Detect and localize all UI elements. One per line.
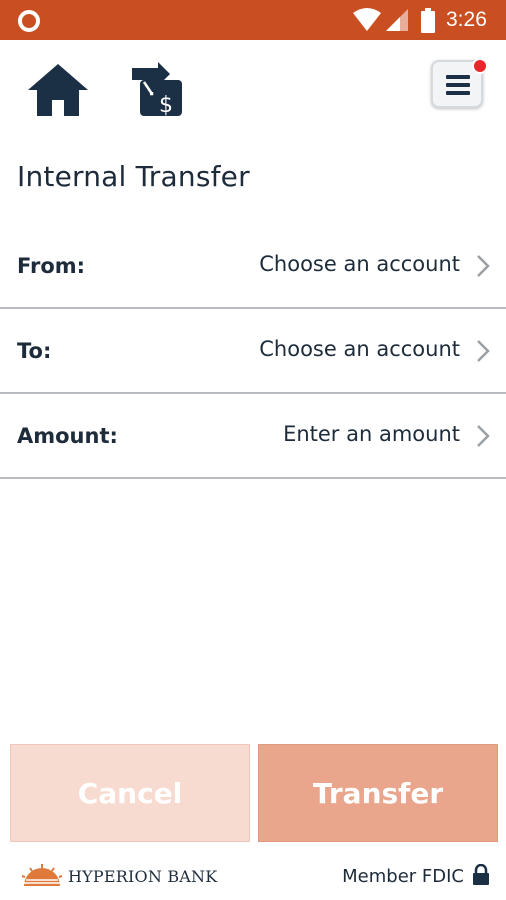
signal-icon — [386, 9, 408, 31]
to-label: To: — [17, 339, 52, 363]
bank-logo: HYPERION BANK — [20, 864, 217, 888]
status-bar: 3:26 — [0, 0, 506, 40]
transfer-button[interactable]: Transfer — [258, 744, 498, 842]
chevron-right-icon — [477, 340, 490, 362]
notification-badge — [472, 58, 488, 74]
home-icon[interactable] — [26, 62, 90, 118]
from-value[interactable]: Choose an account — [259, 252, 460, 276]
transfer-dollar-icon[interactable]: $ — [130, 62, 184, 118]
wifi-icon — [353, 8, 381, 31]
cancel-button[interactable]: Cancel — [10, 744, 250, 842]
page-title: Internal Transfer — [17, 160, 250, 193]
member-fdic: Member FDIC — [342, 866, 464, 887]
from-label: From: — [17, 254, 86, 278]
divider — [0, 307, 506, 309]
chevron-right-icon — [477, 425, 490, 447]
amount-row[interactable]: Amount: Enter an amount — [0, 396, 506, 480]
status-time: 3:26 — [446, 8, 487, 31]
divider — [0, 392, 506, 394]
from-row[interactable]: From: Choose an account — [0, 226, 506, 310]
amount-label: Amount: — [17, 424, 118, 448]
app-notification-icon — [18, 10, 40, 32]
battery-icon — [421, 8, 435, 33]
sunrise-logo-icon — [21, 864, 63, 886]
divider — [0, 477, 506, 479]
chevron-right-icon — [477, 255, 490, 277]
hamburger-menu-icon — [446, 75, 470, 79]
bank-name: HYPERION BANK — [68, 866, 218, 886]
lock-icon — [473, 864, 489, 885]
hamburger-bar — [446, 83, 470, 87]
svg-text:$: $ — [159, 93, 173, 118]
amount-value[interactable]: Enter an amount — [283, 422, 460, 446]
hamburger-bar — [446, 91, 470, 95]
to-row[interactable]: To: Choose an account — [0, 311, 506, 395]
to-value[interactable]: Choose an account — [259, 337, 460, 361]
